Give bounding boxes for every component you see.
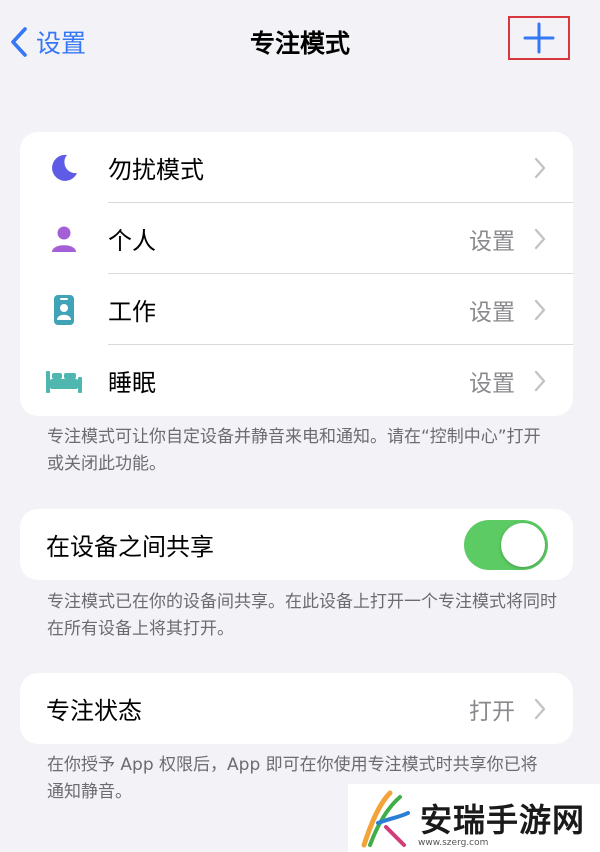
focus-modes-footer: 专注模式可让你自定设备并静音来电和通知。请在“控制中心”打开或关闭此功能。 [47,427,541,474]
share-across-devices-row: 在设备之间共享 [20,509,573,580]
focus-mode-label: 个人 [108,227,156,255]
share-across-devices-group: 在设备之间共享 [20,509,573,580]
focus-mode-label: 勿扰模式 [108,156,204,184]
id-badge-icon [46,292,82,328]
share-across-devices-label: 在设备之间共享 [46,533,214,561]
focus-mode-work[interactable]: 工作 设置 [20,274,573,345]
chevron-right-icon [534,228,546,250]
person-icon [46,221,82,257]
focus-mode-sleep[interactable]: 睡眠 设置 [20,345,573,416]
focus-mode-label: 睡眠 [108,369,156,397]
focus-mode-value: 设置 [469,228,515,255]
toggle-knob [501,523,545,567]
navigation-bar: 设置 专注模式 [0,0,600,82]
focus-mode-personal[interactable]: 个人 设置 [20,203,573,274]
focus-modes-list: 勿扰模式 个人 设置 工作 设置 睡眠 设置 [20,132,573,416]
focus-mode-do-not-disturb[interactable]: 勿扰模式 [20,132,573,203]
focus-status-group: 专注状态 打开 [20,673,573,744]
plus-icon [523,22,555,54]
watermark-url: www.szerg.com [418,838,489,848]
moon-icon [46,150,82,186]
chevron-right-icon [534,299,546,321]
share-across-devices-toggle[interactable] [464,520,548,570]
focus-mode-value: 设置 [469,370,515,397]
chevron-right-icon [534,698,546,720]
focus-status-value: 打开 [469,698,515,725]
focus-mode-label: 工作 [108,298,156,326]
watermark-logo-icon [361,790,410,848]
watermark-text: 安瑞手游网 [420,801,586,839]
chevron-right-icon [534,370,546,392]
focus-status-label: 专注状态 [46,697,142,725]
focus-mode-value: 设置 [469,299,515,326]
focus-status-row[interactable]: 专注状态 打开 [20,673,573,744]
bed-icon [42,363,86,399]
add-focus-button[interactable] [508,16,570,60]
share-footer: 专注模式已在你的设备间共享。在此设备上打开一个专注模式将同时在所有设备上将其打开… [47,592,557,639]
chevron-right-icon [534,157,546,179]
